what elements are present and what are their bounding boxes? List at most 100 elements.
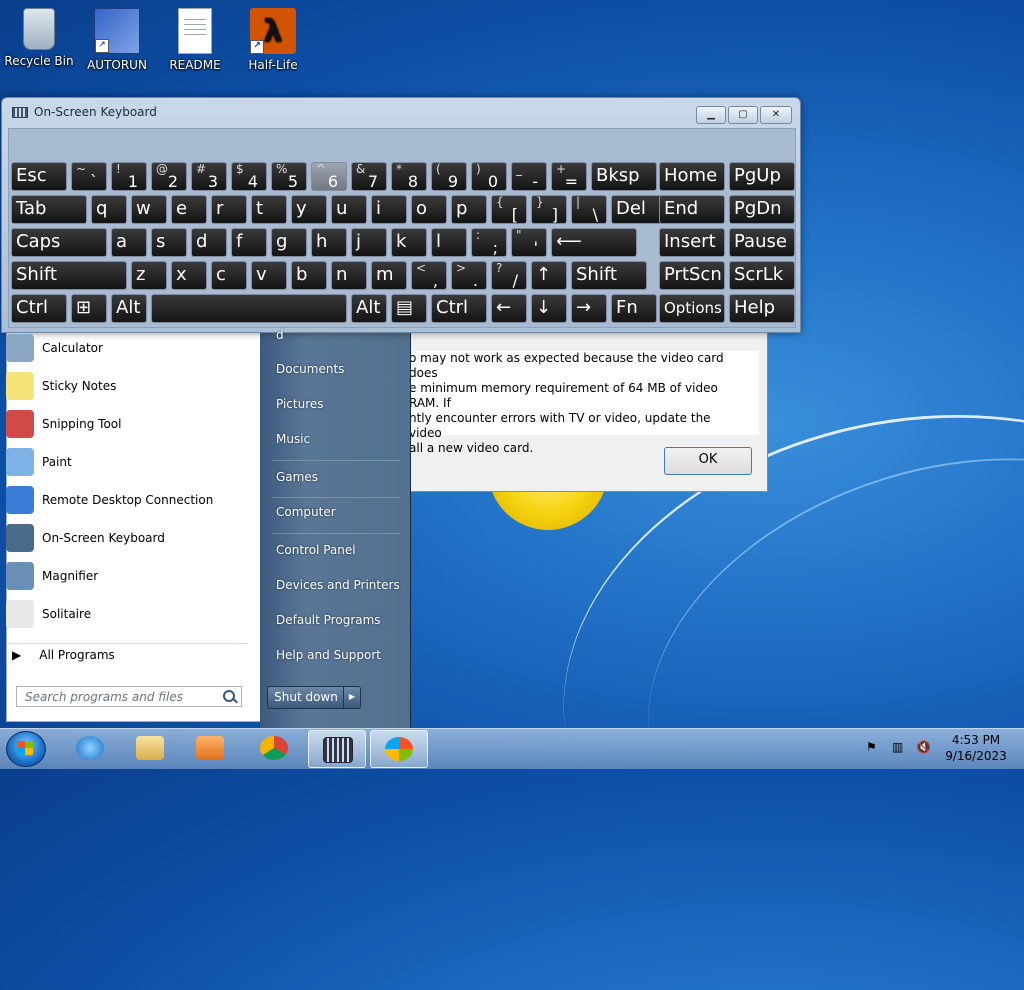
- key[interactable]: e: [171, 195, 207, 224]
- key[interactable]: Alt: [111, 294, 147, 323]
- key[interactable]: s: [151, 228, 187, 257]
- key[interactable]: $4: [231, 162, 267, 191]
- program-item[interactable]: Solitaire: [6, 596, 250, 632]
- start-menu-place[interactable]: Devices and Printers: [276, 578, 400, 592]
- start-menu-place[interactable]: Pictures: [276, 397, 324, 411]
- key[interactable]: t: [251, 195, 287, 224]
- key[interactable]: b: [291, 261, 327, 290]
- maximize-button[interactable]: ▢: [728, 106, 758, 124]
- desktop-icon-autorun[interactable]: ↗ AUTORUN: [79, 2, 155, 72]
- key[interactable]: ! 1: [111, 162, 147, 191]
- start-menu-place[interactable]: Games: [276, 470, 318, 484]
- start-menu-place[interactable]: Music: [276, 432, 310, 446]
- key[interactable]: Esc: [11, 162, 67, 191]
- key[interactable]: }]: [531, 195, 567, 224]
- key[interactable]: Bksp: [591, 162, 657, 191]
- key[interactable]: #3: [191, 162, 227, 191]
- program-item[interactable]: Snipping Tool: [6, 406, 250, 442]
- key[interactable]: ▤: [391, 294, 427, 323]
- program-item[interactable]: Calculator: [6, 330, 250, 366]
- desktop-icon-readme[interactable]: README: [157, 2, 233, 72]
- system-clock[interactable]: 4:53 PM 9/16/2023: [936, 732, 1016, 764]
- key[interactable]: Ctrl: [11, 294, 67, 323]
- key[interactable]: % 5: [271, 162, 307, 191]
- key[interactable]: r: [211, 195, 247, 224]
- key[interactable]: z: [131, 261, 167, 290]
- start-menu-place[interactable]: Control Panel: [276, 543, 356, 557]
- key[interactable]: g: [271, 228, 307, 257]
- start-menu-place[interactable]: Documents: [276, 362, 344, 376]
- key[interactable]: ⟵: [551, 228, 637, 257]
- desktop-icon-half-life[interactable]: λ ↗ Half-Life: [235, 2, 311, 72]
- network-icon[interactable]: ▥: [892, 740, 906, 754]
- key[interactable]: End: [659, 195, 725, 224]
- key[interactable]: Alt: [351, 294, 387, 323]
- program-item[interactable]: Sticky Notes: [6, 368, 250, 404]
- key[interactable]: j: [351, 228, 387, 257]
- taskbar-explorer[interactable]: [122, 730, 178, 766]
- program-item[interactable]: Remote Desktop Connection: [6, 482, 250, 518]
- program-item[interactable]: Paint: [6, 444, 250, 480]
- key[interactable]: x: [171, 261, 207, 290]
- ok-button[interactable]: OK: [664, 447, 752, 475]
- key[interactable]: Tab: [11, 195, 87, 224]
- start-menu-place[interactable]: Computer: [276, 505, 336, 519]
- key[interactable]: ↓: [531, 294, 567, 323]
- key[interactable]: w: [131, 195, 167, 224]
- key[interactable]: Help: [729, 294, 795, 323]
- shutdown-button[interactable]: Shut down: [267, 686, 345, 709]
- key[interactable]: Options: [659, 294, 725, 323]
- key[interactable]: v: [251, 261, 287, 290]
- key[interactable]: m: [371, 261, 407, 290]
- key[interactable]: | \: [571, 195, 607, 224]
- key[interactable]: @2: [151, 162, 187, 191]
- taskbar-chrome[interactable]: [246, 730, 302, 766]
- key[interactable]: PrtScn: [659, 261, 725, 290]
- taskbar-internet-explorer[interactable]: [62, 730, 118, 766]
- key[interactable]: ? /: [491, 261, 527, 290]
- volume-muted-icon[interactable]: 🔇: [916, 740, 931, 754]
- key[interactable]: PgUp: [729, 162, 795, 191]
- key[interactable]: _ -: [511, 162, 547, 191]
- key[interactable]: ) 0: [471, 162, 507, 191]
- key[interactable]: ↑: [531, 261, 567, 290]
- close-button[interactable]: ✕: [760, 106, 792, 124]
- key[interactable]: Shift: [571, 261, 647, 290]
- key[interactable]: ←: [491, 294, 527, 323]
- key[interactable]: k: [391, 228, 427, 257]
- key[interactable]: & 7: [351, 162, 387, 191]
- key[interactable]: :;: [471, 228, 507, 257]
- key[interactable]: f: [231, 228, 267, 257]
- key[interactable]: d: [191, 228, 227, 257]
- key[interactable]: i: [371, 195, 407, 224]
- key[interactable]: Insert: [659, 228, 725, 257]
- key[interactable]: ^ 6: [311, 162, 347, 191]
- start-menu-place[interactable]: Help and Support: [276, 648, 381, 662]
- key[interactable]: <,: [411, 261, 447, 290]
- key[interactable]: Caps: [11, 228, 107, 257]
- key[interactable]: n: [331, 261, 367, 290]
- key[interactable]: " ': [511, 228, 547, 257]
- key[interactable]: {[: [491, 195, 527, 224]
- start-menu-place[interactable]: Default Programs: [276, 613, 381, 627]
- search-input[interactable]: Search programs and files: [16, 686, 242, 707]
- program-item[interactable]: Magnifier: [6, 558, 250, 594]
- key[interactable]: Pause: [729, 228, 795, 257]
- key[interactable]: q: [91, 195, 127, 224]
- key[interactable]: o: [411, 195, 447, 224]
- key[interactable]: * 8: [391, 162, 427, 191]
- taskbar-media-player[interactable]: [182, 730, 238, 766]
- key[interactable]: Home: [659, 162, 725, 191]
- key[interactable]: [151, 294, 347, 323]
- key[interactable]: ⊞: [71, 294, 107, 323]
- key[interactable]: c: [211, 261, 247, 290]
- key[interactable]: Shift: [11, 261, 127, 290]
- taskbar-setup[interactable]: [370, 730, 428, 768]
- minimize-button[interactable]: ▁: [696, 106, 726, 124]
- desktop-icon-recycle-bin[interactable]: Recycle Bin: [1, 2, 77, 68]
- key[interactable]: PgDn: [729, 195, 795, 224]
- action-center-flag-icon[interactable]: ⚑: [866, 740, 880, 754]
- shutdown-options-arrow[interactable]: ▶: [343, 686, 361, 709]
- key[interactable]: →: [571, 294, 607, 323]
- key[interactable]: Fn: [611, 294, 657, 323]
